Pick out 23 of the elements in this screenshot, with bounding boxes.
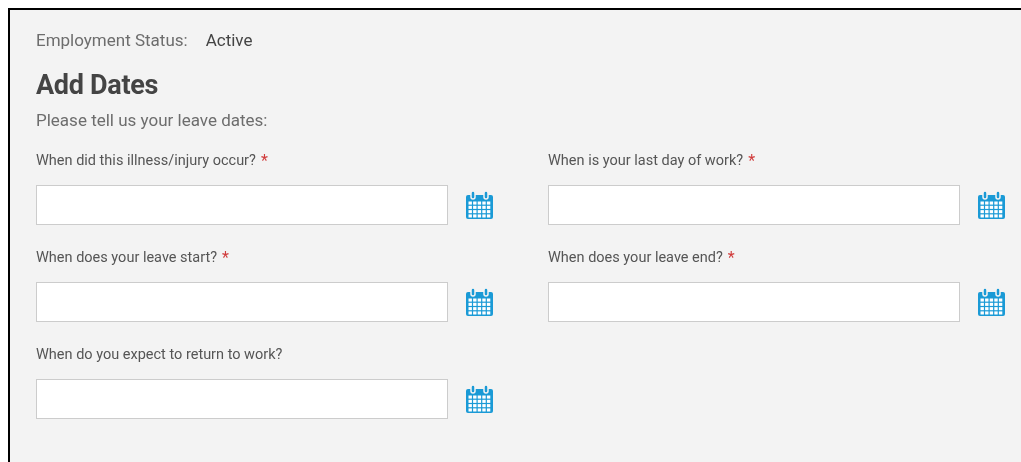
required-mark: * [727,247,735,267]
date-field[interactable] [548,282,960,322]
calendar-icon[interactable] [977,287,1006,317]
status-label: Employment Status: [36,29,188,52]
field-label: When do you expect to return to work? [36,345,283,363]
date-field[interactable] [36,379,448,419]
calendar-icon[interactable] [465,384,494,414]
field-label: When does your leave end? [548,248,723,266]
field-label: When did this illness/injury occur? [36,151,256,169]
instructions-text: Please tell us your leave dates: [36,109,269,132]
date-field[interactable] [36,185,448,225]
required-mark: * [222,247,229,267]
required-mark: * [748,150,755,170]
date-field[interactable] [36,282,448,322]
calendar-icon[interactable] [465,190,494,220]
date-field[interactable] [548,185,960,225]
field-label: When is your last day of work? [548,151,744,169]
section-heading: Add Dates [36,68,160,102]
calendar-icon[interactable] [465,287,494,317]
calendar-icon[interactable] [977,190,1006,220]
field-label: When does your leave start? [36,248,218,266]
status-value: Active [205,29,253,52]
required-mark: * [260,150,268,170]
